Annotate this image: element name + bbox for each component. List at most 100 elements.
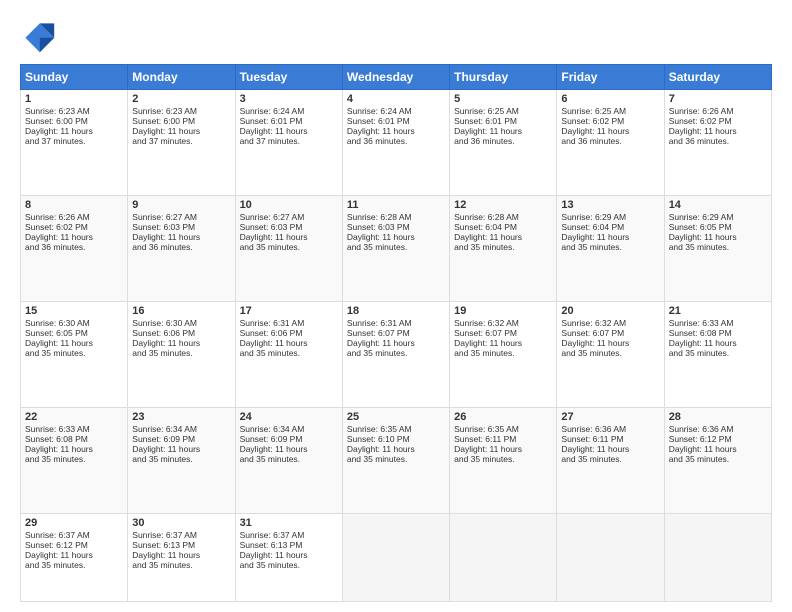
day-info-line: Sunrise: 6:23 AM <box>132 106 230 116</box>
day-info-line: Daylight: 11 hours <box>132 232 230 242</box>
day-info-line: Daylight: 11 hours <box>132 444 230 454</box>
day-number: 25 <box>347 411 445 423</box>
calendar-cell: 9Sunrise: 6:27 AMSunset: 6:03 PMDaylight… <box>128 195 235 301</box>
day-number: 20 <box>561 305 659 317</box>
calendar-cell: 8Sunrise: 6:26 AMSunset: 6:02 PMDaylight… <box>21 195 128 301</box>
calendar-cell: 4Sunrise: 6:24 AMSunset: 6:01 PMDaylight… <box>342 90 449 196</box>
calendar-cell: 28Sunrise: 6:36 AMSunset: 6:12 PMDayligh… <box>664 407 771 513</box>
day-info-line: Sunrise: 6:35 AM <box>454 424 552 434</box>
day-info-line: and 35 minutes. <box>669 242 767 252</box>
day-info-line: and 35 minutes. <box>240 560 338 570</box>
day-info-line: Sunset: 6:12 PM <box>25 540 123 550</box>
day-number: 29 <box>25 517 123 529</box>
day-info-line: Sunrise: 6:33 AM <box>25 424 123 434</box>
day-number: 23 <box>132 411 230 423</box>
calendar-cell: 24Sunrise: 6:34 AMSunset: 6:09 PMDayligh… <box>235 407 342 513</box>
day-number: 24 <box>240 411 338 423</box>
day-info-line: Daylight: 11 hours <box>25 126 123 136</box>
calendar-cell: 23Sunrise: 6:34 AMSunset: 6:09 PMDayligh… <box>128 407 235 513</box>
day-info-line: Sunrise: 6:26 AM <box>25 212 123 222</box>
day-info-line: Daylight: 11 hours <box>454 444 552 454</box>
day-info-line: Daylight: 11 hours <box>132 338 230 348</box>
calendar-cell: 14Sunrise: 6:29 AMSunset: 6:05 PMDayligh… <box>664 195 771 301</box>
day-info-line: Sunset: 6:08 PM <box>25 434 123 444</box>
day-info-line: and 36 minutes. <box>561 136 659 146</box>
calendar-cell: 5Sunrise: 6:25 AMSunset: 6:01 PMDaylight… <box>450 90 557 196</box>
day-info-line: Daylight: 11 hours <box>669 126 767 136</box>
day-number: 15 <box>25 305 123 317</box>
day-info-line: Sunset: 6:11 PM <box>561 434 659 444</box>
calendar-cell: 26Sunrise: 6:35 AMSunset: 6:11 PMDayligh… <box>450 407 557 513</box>
day-number: 19 <box>454 305 552 317</box>
day-number: 8 <box>25 199 123 211</box>
day-info-line: Sunrise: 6:25 AM <box>561 106 659 116</box>
calendar-cell <box>664 513 771 601</box>
day-number: 5 <box>454 93 552 105</box>
day-info-line: and 36 minutes. <box>25 242 123 252</box>
day-number: 30 <box>132 517 230 529</box>
day-info-line: Sunrise: 6:31 AM <box>347 318 445 328</box>
calendar-cell <box>557 513 664 601</box>
day-info-line: Sunset: 6:05 PM <box>25 328 123 338</box>
col-header-thursday: Thursday <box>450 65 557 90</box>
day-info-line: Sunset: 6:00 PM <box>132 116 230 126</box>
day-info-line: Daylight: 11 hours <box>454 232 552 242</box>
calendar-cell: 13Sunrise: 6:29 AMSunset: 6:04 PMDayligh… <box>557 195 664 301</box>
day-number: 28 <box>669 411 767 423</box>
day-number: 11 <box>347 199 445 211</box>
day-number: 1 <box>25 93 123 105</box>
calendar-cell: 6Sunrise: 6:25 AMSunset: 6:02 PMDaylight… <box>557 90 664 196</box>
day-info-line: and 35 minutes. <box>669 454 767 464</box>
day-info-line: Sunrise: 6:29 AM <box>669 212 767 222</box>
logo-icon <box>20 18 56 54</box>
day-info-line: Sunset: 6:07 PM <box>347 328 445 338</box>
day-info-line: Sunrise: 6:34 AM <box>240 424 338 434</box>
calendar-cell: 29Sunrise: 6:37 AMSunset: 6:12 PMDayligh… <box>21 513 128 601</box>
day-info-line: and 37 minutes. <box>240 136 338 146</box>
day-info-line: and 35 minutes. <box>25 348 123 358</box>
day-info-line: Sunset: 6:03 PM <box>240 222 338 232</box>
week-row-3: 15Sunrise: 6:30 AMSunset: 6:05 PM Dayligh… <box>21 301 772 407</box>
day-info-line: and 35 minutes. <box>132 454 230 464</box>
day-info-line: and 37 minutes. <box>132 136 230 146</box>
day-info-line: Sunset: 6:02 PM <box>25 222 123 232</box>
day-info-line: Sunrise: 6:32 AM <box>454 318 552 328</box>
day-info-line: Sunset: 6:01 PM <box>347 116 445 126</box>
day-info-line: Daylight: 11 hours <box>25 232 123 242</box>
day-info-line: Daylight: 11 hours <box>669 444 767 454</box>
day-info-line: Daylight: 11 hours <box>132 126 230 136</box>
day-info-line: Sunrise: 6:34 AM <box>132 424 230 434</box>
day-info-line: Daylight: 11 hours <box>669 232 767 242</box>
day-info-line: and 35 minutes. <box>454 454 552 464</box>
day-info-line: Sunrise: 6:31 AM <box>240 318 338 328</box>
col-header-wednesday: Wednesday <box>342 65 449 90</box>
day-number: 18 <box>347 305 445 317</box>
day-info-line: and 35 minutes. <box>561 348 659 358</box>
day-info-line: Sunset: 6:08 PM <box>669 328 767 338</box>
day-info-line: Sunset: 6:04 PM <box>561 222 659 232</box>
day-number: 21 <box>669 305 767 317</box>
calendar-table: SundayMondayTuesdayWednesdayThursdayFrid… <box>20 64 772 602</box>
calendar-cell: 19Sunrise: 6:32 AMSunset: 6:07 PMDayligh… <box>450 301 557 407</box>
day-info-line: Sunset: 6:02 PM <box>669 116 767 126</box>
day-info-line: Daylight: 11 hours <box>561 232 659 242</box>
day-info-line: Daylight: 11 hours <box>25 444 123 454</box>
day-number: 4 <box>347 93 445 105</box>
day-info-line: and 36 minutes. <box>132 242 230 252</box>
day-info-line: Sunset: 6:09 PM <box>132 434 230 444</box>
day-info-line: Daylight: 11 hours <box>561 444 659 454</box>
day-info-line: Sunrise: 6:37 AM <box>25 530 123 540</box>
day-info-line: Sunrise: 6:36 AM <box>669 424 767 434</box>
day-info-line: Sunrise: 6:30 AM <box>25 318 123 328</box>
day-info-line: Sunset: 6:10 PM <box>347 434 445 444</box>
day-info-line: Sunset: 6:07 PM <box>561 328 659 338</box>
day-info-line: and 35 minutes. <box>347 242 445 252</box>
day-info-line: and 35 minutes. <box>132 348 230 358</box>
day-info-line: Sunrise: 6:35 AM <box>347 424 445 434</box>
day-info-line: Sunset: 6:01 PM <box>454 116 552 126</box>
calendar-cell: 21Sunrise: 6:33 AMSunset: 6:08 PMDayligh… <box>664 301 771 407</box>
day-info-line: Daylight: 11 hours <box>240 550 338 560</box>
col-header-tuesday: Tuesday <box>235 65 342 90</box>
day-number: 12 <box>454 199 552 211</box>
day-info-line: Daylight: 11 hours <box>561 126 659 136</box>
